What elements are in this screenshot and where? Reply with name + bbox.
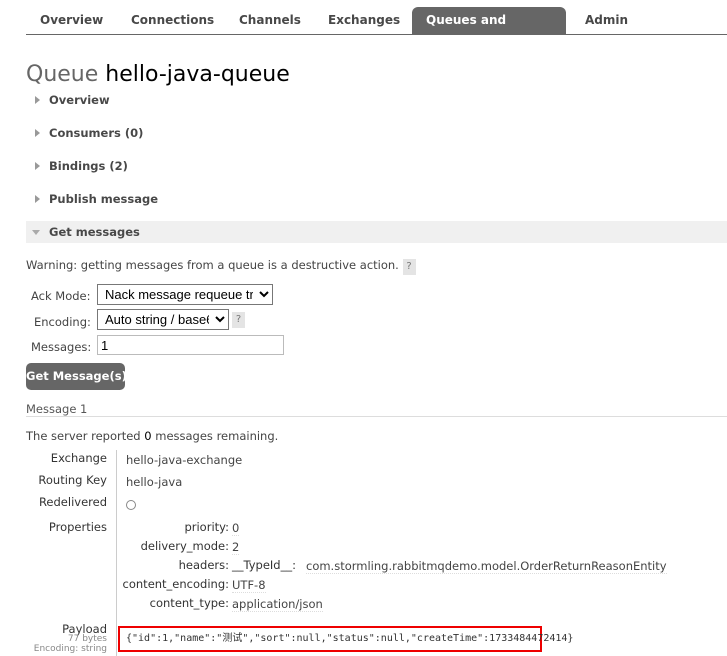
prop-value: 0 [232, 521, 240, 536]
collapse-icon [32, 230, 40, 235]
section-overview[interactable]: Overview [26, 89, 727, 111]
tab-admin[interactable]: Admin [571, 7, 642, 34]
main-nav: Overview Connections Channels Exchanges … [26, 0, 727, 53]
prop-value: UTF-8 [232, 578, 266, 593]
remaining-text: The server reported 0 messages remaining… [26, 429, 278, 443]
queue-name: hello-java-queue [105, 62, 290, 87]
section-consumers[interactable]: Consumers (0) [26, 122, 727, 144]
section-label: Bindings (2) [49, 159, 128, 173]
section-label: Get messages [49, 225, 140, 239]
divider [26, 416, 727, 417]
help-icon[interactable]: ? [402, 259, 416, 275]
tab-exchanges[interactable]: Exchanges [314, 7, 414, 34]
payload-bytes: 77 bytes [67, 634, 107, 644]
tab-connections[interactable]: Connections [117, 7, 228, 34]
remaining-count: 0 [144, 429, 152, 443]
payload-encoding: Encoding: string [33, 644, 107, 654]
prop-key: content_type: [149, 596, 229, 610]
section-label: Consumers (0) [49, 126, 144, 140]
expand-icon [35, 195, 40, 203]
help-icon[interactable]: ? [232, 312, 245, 328]
message-heading: Message 1 [26, 402, 88, 416]
section-label: Publish message [49, 192, 159, 206]
table-divider [116, 450, 117, 656]
routing-key-value: hello-java [126, 475, 183, 489]
exchange-label: Exchange [50, 451, 107, 465]
tab-overview[interactable]: Overview [26, 7, 117, 34]
redelivered-indicator-icon [126, 500, 136, 510]
tab-queues-and-streams[interactable]: Queues and Streams [412, 7, 566, 53]
remaining-pre: The server reported [26, 429, 141, 443]
ack-mode-select[interactable]: Nack message requeue true [97, 284, 273, 305]
messages-label: Messages: [31, 340, 92, 354]
prop-key: headers: [178, 558, 229, 572]
section-label: Overview [49, 93, 110, 107]
exchange-value: hello-java-exchange [126, 453, 243, 467]
properties-label: Properties [48, 520, 107, 534]
header-value: com.stormling.rabbitmqdemo.model.OrderRe… [306, 559, 667, 574]
expand-icon [35, 162, 40, 170]
encoding-select[interactable]: Auto string / base64 [97, 309, 229, 330]
encoding-label: Encoding: [34, 315, 91, 329]
get-messages-button[interactable]: Get Message(s) [26, 363, 127, 390]
title-prefix: Queue [26, 62, 99, 87]
prop-value: application/json [232, 597, 323, 612]
warning-message: Warning: getting messages from a queue i… [26, 258, 399, 272]
messages-count-input[interactable] [97, 335, 284, 355]
expand-icon [35, 129, 40, 137]
section-publish-message[interactable]: Publish message [26, 188, 727, 210]
routing-key-label: Routing Key [38, 473, 107, 487]
warning-text: Warning: getting messages from a queue i… [26, 258, 416, 275]
expand-icon [35, 96, 40, 104]
tab-channels[interactable]: Channels [225, 7, 315, 34]
section-get-messages[interactable]: Get messages [26, 221, 727, 243]
header-key: __TypeId__: [232, 558, 296, 572]
prop-key: priority: [184, 520, 229, 534]
section-bindings[interactable]: Bindings (2) [26, 155, 727, 177]
redelivered-label: Redelivered [38, 495, 107, 509]
payload-value: {"id":1,"name":"测试","sort":null,"status"… [118, 626, 573, 652]
prop-key: content_encoding: [122, 577, 229, 591]
prop-key: delivery_mode: [140, 539, 229, 553]
remaining-post: messages remaining. [155, 429, 279, 443]
prop-value: 2 [232, 540, 240, 555]
ack-mode-label: Ack Mode: [31, 289, 91, 303]
page-title: Queue hello-java-queue [26, 62, 290, 87]
